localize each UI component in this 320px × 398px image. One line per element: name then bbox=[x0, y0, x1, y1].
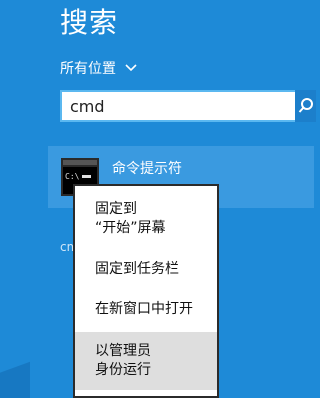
chevron-down-icon bbox=[125, 64, 137, 72]
menu-item-label: 固定到任务栏 bbox=[95, 261, 179, 277]
menu-item-label: 以管理员 bbox=[95, 343, 151, 359]
magnifier-icon bbox=[298, 98, 313, 113]
background-shade bbox=[0, 348, 30, 398]
menu-item-label: “开始”屏幕 bbox=[95, 220, 166, 236]
result-label: 命令提示符 bbox=[112, 161, 182, 177]
menu-item-label: 身份运行 bbox=[95, 362, 151, 378]
menu-item-pin-to-taskbar[interactable]: 固定到任务栏 bbox=[75, 260, 217, 282]
menu-item-open-new-window[interactable]: 在新窗口中打开 bbox=[75, 300, 217, 322]
search-scope-label: 所有位置 bbox=[60, 61, 116, 77]
search-input[interactable] bbox=[62, 92, 292, 120]
search-title: 搜索 bbox=[60, 6, 119, 39]
menu-item-label: 固定到 bbox=[95, 201, 137, 217]
search-scope-dropdown[interactable]: 所有位置 bbox=[60, 56, 138, 80]
context-menu: 固定到 “开始”屏幕 固定到任务栏 在新窗口中打开 以管理员 身份运行 bbox=[73, 184, 219, 398]
menu-item-run-as-admin[interactable]: 以管理员 身份运行 bbox=[75, 332, 217, 390]
search-button[interactable] bbox=[295, 90, 316, 122]
menu-item-pin-to-start[interactable]: 固定到 “开始”屏幕 bbox=[75, 200, 217, 240]
search-box bbox=[60, 90, 316, 122]
menu-item-label: 在新窗口中打开 bbox=[95, 301, 193, 317]
svg-text:C:\: C:\ bbox=[65, 172, 80, 181]
